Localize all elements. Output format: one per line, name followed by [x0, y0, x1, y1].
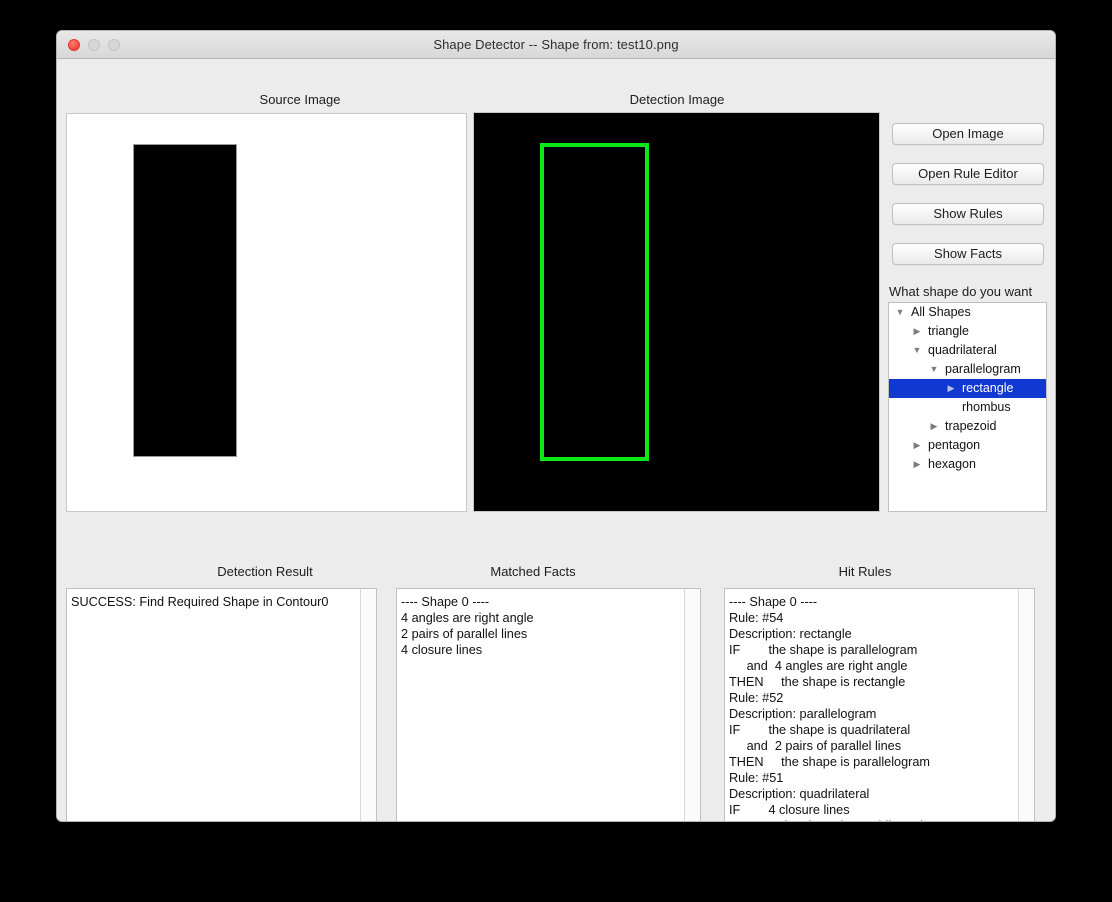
tree-item-rhombus[interactable]: rhombus	[889, 398, 1046, 417]
chevron-right-icon[interactable]: ▶	[910, 322, 924, 341]
matched-facts-text: ---- Shape 0 ---- 4 angles are right ang…	[401, 595, 534, 657]
tree-item-pentagon[interactable]: ▶ pentagon	[889, 436, 1046, 455]
chevron-right-icon[interactable]: ▶	[944, 379, 958, 398]
tree-item-label: trapezoid	[945, 419, 997, 433]
tree-item-label: rectangle	[962, 381, 1014, 395]
title-bar: Shape Detector -- Shape from: test10.png	[57, 31, 1055, 59]
tree-item-quadrilateral[interactable]: ▼ quadrilateral	[889, 341, 1046, 360]
detection-result-text: SUCCESS: Find Required Shape in Contour0	[71, 595, 329, 609]
chevron-right-icon[interactable]: ▶	[927, 417, 941, 436]
app-window: Shape Detector -- Shape from: test10.png…	[56, 30, 1056, 822]
detection-image-label: Detection Image	[629, 92, 725, 107]
tree-item-trapezoid[interactable]: ▶ trapezoid	[889, 417, 1046, 436]
hit-rules-text: ---- Shape 0 ---- Rule: #54 Description:…	[729, 595, 930, 821]
tree-item-all-shapes[interactable]: ▼ All Shapes	[889, 303, 1046, 322]
show-facts-button[interactable]: Show Facts	[892, 243, 1044, 265]
tree-item-label: All Shapes	[911, 305, 971, 319]
tree-item-hexagon[interactable]: ▶ hexagon	[889, 455, 1046, 474]
detection-image-view[interactable]	[473, 112, 880, 512]
detection-result-label: Detection Result	[217, 564, 313, 579]
tree-item-label: triangle	[928, 324, 969, 338]
minimize-button[interactable]	[88, 38, 100, 51]
hit-rules-label: Hit Rules	[838, 564, 892, 579]
tree-item-rectangle[interactable]: ▶ rectangle	[889, 379, 1046, 398]
window-content: Source Image Detection Image Open Image …	[57, 59, 1055, 821]
tree-item-label: rhombus	[962, 400, 1011, 414]
close-button[interactable]	[68, 38, 80, 51]
tree-item-label: pentagon	[928, 438, 981, 452]
chevron-right-icon[interactable]: ▶	[910, 436, 924, 455]
show-rules-button[interactable]: Show Rules	[892, 203, 1044, 225]
source-image-label: Source Image	[259, 92, 341, 107]
chevron-down-icon[interactable]: ▼	[893, 303, 907, 322]
tree-item-label: hexagon	[928, 457, 976, 471]
open-image-button[interactable]: Open Image	[892, 123, 1044, 145]
tree-item-label: parallelogram	[945, 362, 1021, 376]
source-shape-rectangle	[133, 144, 237, 457]
open-rule-editor-button[interactable]: Open Rule Editor	[892, 163, 1044, 185]
shape-tree[interactable]: ▼ All Shapes ▶ triangle ▼ quadrilateral ▼ paral…	[888, 302, 1047, 512]
detected-contour-outline	[540, 143, 649, 461]
hit-rules-panel[interactable]: ---- Shape 0 ---- Rule: #54 Description:…	[724, 588, 1035, 821]
window-title: Shape Detector -- Shape from: test10.png	[433, 37, 679, 52]
detection-result-panel[interactable]: SUCCESS: Find Required Shape in Contour0	[66, 588, 377, 821]
chevron-right-icon[interactable]: ▶	[910, 455, 924, 474]
tree-item-triangle[interactable]: ▶ triangle	[889, 322, 1046, 341]
tree-item-label: quadrilateral	[928, 343, 997, 357]
zoom-button[interactable]	[108, 38, 120, 51]
window-controls	[68, 31, 120, 58]
tree-item-parallelogram[interactable]: ▼ parallelogram	[889, 360, 1046, 379]
matched-facts-panel[interactable]: ---- Shape 0 ---- 4 angles are right ang…	[396, 588, 701, 821]
hit-rules-scrollbar[interactable]	[1018, 589, 1034, 821]
shape-tree-title: What shape do you want	[889, 284, 1033, 299]
matched-facts-scrollbar[interactable]	[684, 589, 700, 821]
detection-result-scrollbar[interactable]	[360, 589, 376, 821]
source-image-view[interactable]	[66, 113, 467, 512]
chevron-down-icon[interactable]: ▼	[927, 360, 941, 379]
chevron-down-icon[interactable]: ▼	[910, 341, 924, 360]
matched-facts-label: Matched Facts	[490, 564, 576, 579]
